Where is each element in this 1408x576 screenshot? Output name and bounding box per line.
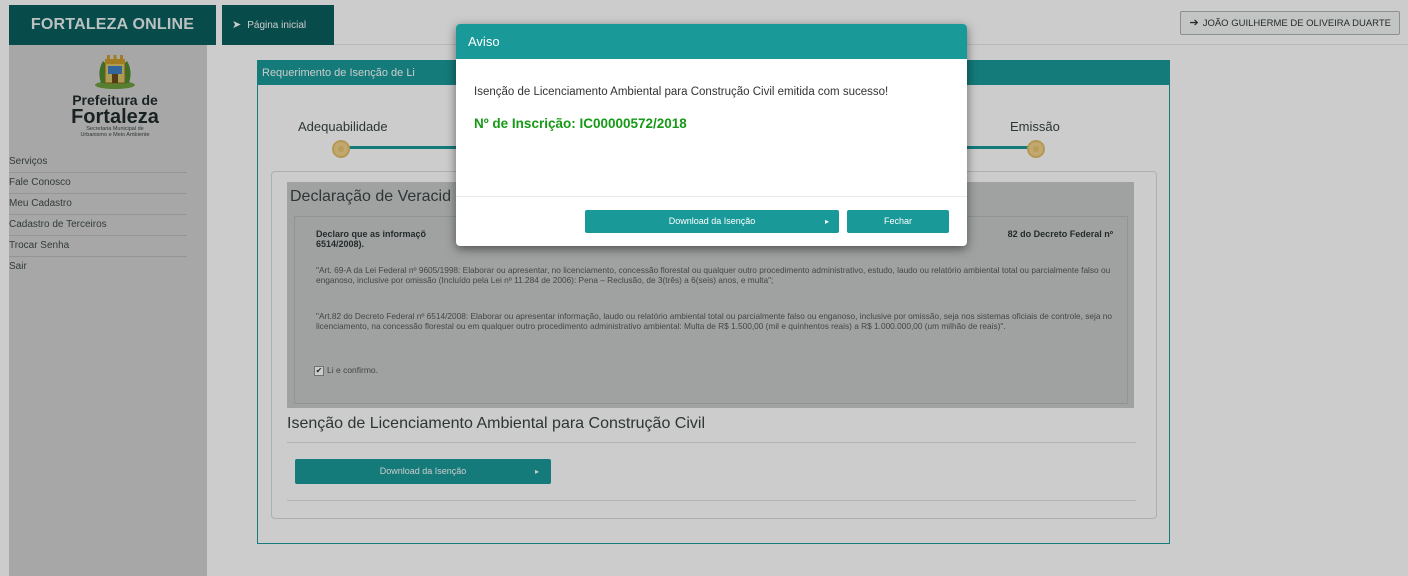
chevron-right-icon: ▸ bbox=[824, 217, 829, 226]
modal-close-button[interactable]: Fechar bbox=[847, 210, 949, 233]
modal-footer-divider bbox=[456, 196, 967, 197]
modal-message: Isenção de Licenciamento Ambiental para … bbox=[474, 86, 889, 98]
modal-title: Aviso bbox=[456, 24, 967, 59]
modal-download-label: Download da Isenção bbox=[668, 216, 756, 226]
modal-download-button[interactable]: Download da Isenção ▸ bbox=[585, 210, 839, 233]
modal-inscricao: Nº de Inscrição: IC00000572/2018 bbox=[474, 116, 687, 131]
aviso-modal: Aviso Isenção de Licenciamento Ambiental… bbox=[456, 24, 967, 246]
